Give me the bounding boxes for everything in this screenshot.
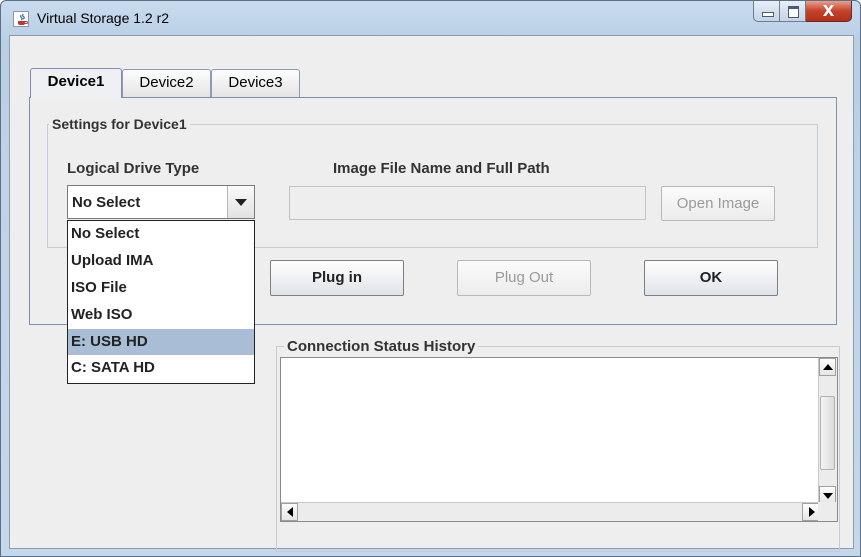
dropdown-option[interactable]: No Select xyxy=(68,221,254,248)
window-title: Virtual Storage 1.2 r2 xyxy=(37,10,170,26)
history-group-title: Connection Status History xyxy=(284,338,479,355)
dropdown-option[interactable]: Web ISO xyxy=(68,302,254,329)
close-button[interactable]: X xyxy=(806,1,852,22)
minimize-button[interactable] xyxy=(753,1,780,22)
scroll-left-icon[interactable] xyxy=(281,503,298,521)
tab-device3[interactable]: Device3 xyxy=(211,69,300,97)
title-bar[interactable]: Virtual Storage 1.2 r2 X xyxy=(1,1,860,35)
client-area: Device1 Device2 Device3 Settings for Dev… xyxy=(9,35,854,552)
tab-device1[interactable]: Device1 xyxy=(30,68,122,98)
dropdown-option[interactable]: Upload IMA xyxy=(68,248,254,275)
dropdown-option[interactable]: ISO File xyxy=(68,275,254,302)
connection-history-textarea[interactable] xyxy=(280,357,838,522)
window-controls: X xyxy=(753,1,852,22)
drive-type-dropdown-list[interactable]: No Select Upload IMA ISO File Web ISO E:… xyxy=(67,220,255,384)
dropdown-option[interactable]: C: SATA HD xyxy=(68,355,254,382)
scroll-right-icon[interactable] xyxy=(802,503,819,521)
scroll-corner xyxy=(818,502,837,521)
dropdown-option-highlighted[interactable]: E: USB HD xyxy=(68,328,254,356)
java-cup-icon xyxy=(13,11,29,27)
scroll-up-icon[interactable] xyxy=(819,358,836,376)
tab-device2[interactable]: Device2 xyxy=(122,69,211,97)
vertical-scrollbar[interactable] xyxy=(818,358,837,504)
close-icon: X xyxy=(822,2,835,20)
vertical-scroll-thumb[interactable] xyxy=(820,396,835,470)
maximize-button[interactable] xyxy=(780,1,806,22)
horizontal-scrollbar[interactable] xyxy=(281,502,819,521)
app-window: Virtual Storage 1.2 r2 X Device1 Device2… xyxy=(0,0,861,557)
